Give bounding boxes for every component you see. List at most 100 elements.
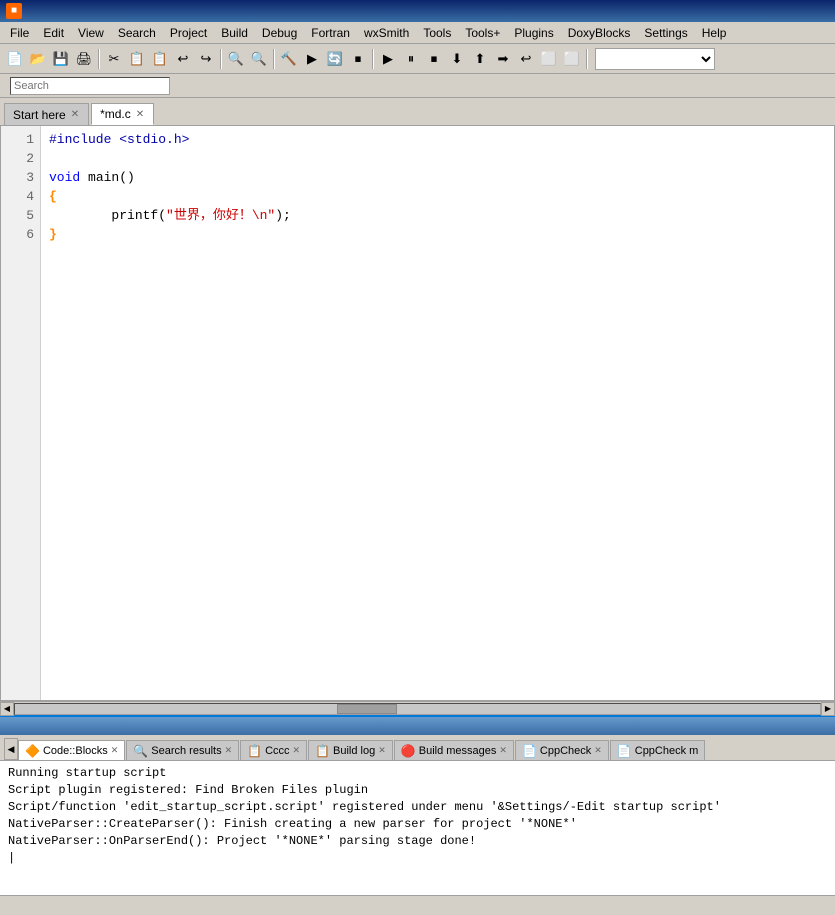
line-number: 2 — [7, 149, 34, 168]
menu-item-doxyblocks[interactable]: DoxyBlocks — [562, 24, 637, 42]
build-button[interactable]: 🔨 — [278, 48, 300, 70]
step-over-button[interactable]: ➡ — [492, 48, 514, 70]
find-replace-button[interactable]: 🔍 — [248, 48, 270, 70]
copy-button[interactable]: 📋 — [126, 48, 148, 70]
menu-item-settings[interactable]: Settings — [638, 24, 693, 42]
toolbar-separator — [98, 49, 100, 69]
logs-tab-label: CppCheck — [540, 745, 591, 757]
line-number: 6 — [7, 225, 34, 244]
tab-icon: 🔴 — [401, 744, 416, 758]
toolbar-separator — [273, 49, 275, 69]
log-line: Script plugin registered: Find Broken Fi… — [8, 782, 827, 799]
tab-label: *md.c — [100, 107, 131, 121]
step-into-button[interactable]: ⬇ — [446, 48, 468, 70]
line-number: 5 — [7, 206, 34, 225]
code-line: { — [49, 187, 826, 206]
logs-tab-close[interactable]: ✕ — [111, 745, 119, 756]
code-line: } — [49, 225, 826, 244]
debug-run-button[interactable]: ▶ — [377, 48, 399, 70]
logs-tab-close[interactable]: ✕ — [225, 745, 233, 756]
menu-item-view[interactable]: View — [72, 24, 110, 42]
menu-item-debug[interactable]: Debug — [256, 24, 303, 42]
run-button[interactable]: ▶ — [301, 48, 323, 70]
logs-tab-buildmessages[interactable]: 🔴Build messages ✕ — [394, 740, 514, 760]
menu-item-edit[interactable]: Edit — [37, 24, 70, 42]
search-input[interactable] — [10, 77, 170, 95]
editor-tab-mdc[interactable]: *md.c ✕ — [91, 103, 154, 125]
main-area: Start here✕ *md.c ✕ 123456 #include <stdio… — [0, 98, 835, 715]
logs-tab-label: Build messages — [419, 745, 497, 757]
menu-item-build[interactable]: Build — [215, 24, 254, 42]
toolbar-separator — [586, 49, 588, 69]
logs-tab-close[interactable]: ✕ — [293, 745, 301, 756]
log-line: NativeParser::OnParserEnd(): Project '*N… — [8, 833, 827, 850]
scroll-left[interactable]: ◀ — [0, 702, 14, 716]
editor-tabs: Start here✕ *md.c ✕ — [0, 98, 835, 126]
debug-stop-button[interactable]: ⏹ — [423, 48, 445, 70]
logs-tab-codeblocks[interactable]: 🔶Code::Blocks ✕ — [18, 740, 125, 760]
menu-item-file[interactable]: File — [4, 24, 35, 42]
menu-item-tools[interactable]: Tools — [417, 24, 457, 42]
cut-button[interactable]: ✂ — [103, 48, 125, 70]
logs-tab-label: CppCheck m — [635, 745, 699, 757]
menu-item-search[interactable]: Search — [112, 24, 162, 42]
save-file-button[interactable]: 💾 — [50, 48, 72, 70]
open-file-button[interactable]: 📂 — [27, 48, 49, 70]
tab-close-button[interactable]: ✕ — [135, 109, 145, 120]
debug-pause-button[interactable]: ⏸ — [400, 48, 422, 70]
menu-item-project[interactable]: Project — [164, 24, 213, 42]
tab-icon: 🔶 — [25, 744, 40, 758]
undo-button[interactable]: ↩ — [172, 48, 194, 70]
logs-tab-close[interactable]: ✕ — [499, 745, 507, 756]
logs-tab-searchresults[interactable]: 🔍Search results ✕ — [126, 740, 239, 760]
logs-tab-buildlog[interactable]: 📋Build log ✕ — [308, 740, 393, 760]
logs-tab-cppcheck[interactable]: 📄CppCheck ✕ — [515, 740, 609, 760]
toggle-breakpoint-button[interactable]: ⬜ — [538, 48, 560, 70]
code-line — [49, 149, 826, 168]
editor-area: 123456 #include <stdio.h> void main(){ p… — [0, 126, 835, 701]
build-target-dropdown[interactable] — [595, 48, 715, 70]
logs-tab-close[interactable]: ✕ — [594, 745, 602, 756]
toolbar-separator — [220, 49, 222, 69]
code-area[interactable]: #include <stdio.h> void main(){ printf("… — [41, 126, 834, 700]
menu-item-wxsmith[interactable]: wxSmith — [358, 24, 415, 42]
line-number: 1 — [7, 130, 34, 149]
logs-tab-prev[interactable]: ◀ — [4, 738, 18, 760]
menu-item-plugins[interactable]: Plugins — [508, 24, 559, 42]
rebuild-button[interactable]: 🔄 — [324, 48, 346, 70]
logs-tab-cppcheckm[interactable]: 📄CppCheck m — [610, 740, 706, 760]
line-number: 3 — [7, 168, 34, 187]
logs-tab-label: Search results — [151, 745, 221, 757]
print-button[interactable]: 🖨 — [73, 48, 95, 70]
line-number: 4 — [7, 187, 34, 206]
tab-close-button[interactable]: ✕ — [70, 109, 80, 120]
log-line: Running startup script — [8, 765, 827, 782]
tab-icon: 📋 — [247, 744, 262, 758]
scroll-track[interactable] — [14, 703, 821, 715]
menu-item-tools+[interactable]: Tools+ — [459, 24, 506, 42]
logs-tab-close[interactable]: ✕ — [378, 745, 386, 756]
tab-icon: 📄 — [617, 744, 632, 758]
scroll-thumb[interactable] — [337, 704, 397, 714]
step-out-button[interactable]: ⬆ — [469, 48, 491, 70]
code-line: printf("世界，你好！\n"); — [49, 206, 826, 225]
find-button[interactable]: 🔍 — [225, 48, 247, 70]
new-file-button[interactable]: 📄 — [4, 48, 26, 70]
logs-title-bar — [0, 717, 835, 735]
stop-button[interactable]: ⏹ — [347, 48, 369, 70]
menu-item-help[interactable]: Help — [696, 24, 733, 42]
paste-button[interactable]: 📋 — [149, 48, 171, 70]
logs-tab-label: Code::Blocks — [43, 745, 108, 757]
logs-tab-cccc[interactable]: 📋Cccc ✕ — [240, 740, 307, 760]
redo-button[interactable]: ↪ — [195, 48, 217, 70]
remove-breakpoints-button[interactable]: ⬜ — [561, 48, 583, 70]
run-to-cursor-button[interactable]: ↩ — [515, 48, 537, 70]
logs-content: Running startup scriptScript plugin regi… — [0, 761, 835, 895]
log-line: NativeParser::CreateParser(): Finish cre… — [8, 816, 827, 833]
scroll-right[interactable]: ▶ — [821, 702, 835, 716]
toolbar-separator — [372, 49, 374, 69]
editor-tab-Starthere[interactable]: Start here✕ — [4, 103, 89, 125]
menu-item-fortran[interactable]: Fortran — [305, 24, 356, 42]
title-bar: ■ — [0, 0, 835, 22]
horizontal-scrollbar[interactable]: ◀ ▶ — [0, 701, 835, 715]
